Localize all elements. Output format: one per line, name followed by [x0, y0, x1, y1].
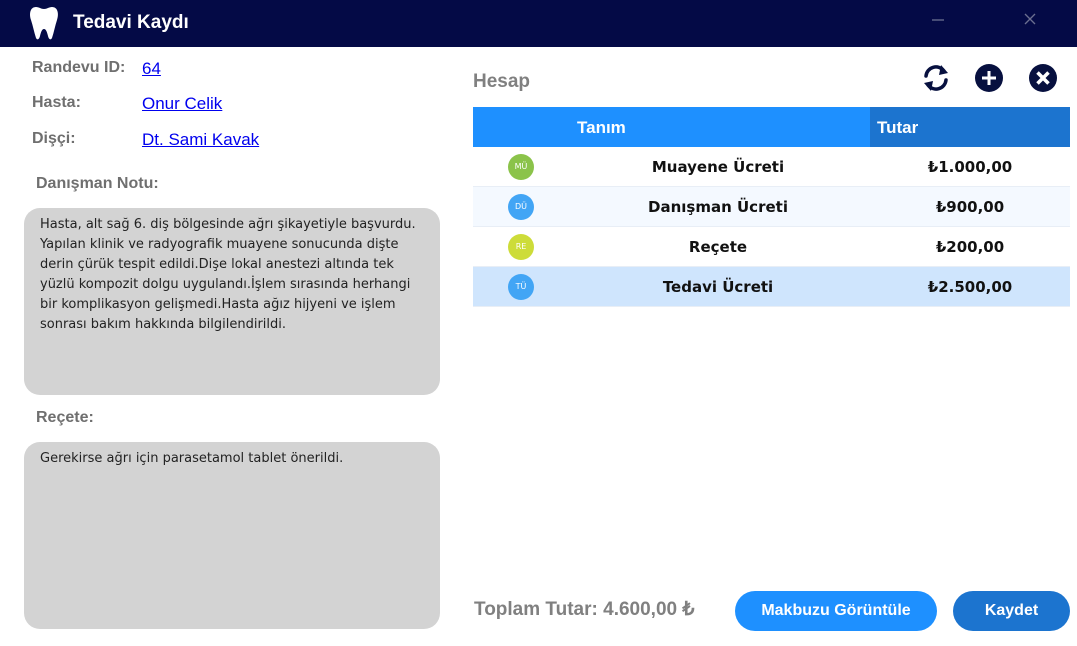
appointment-id-label: Randevu ID:: [32, 59, 126, 76]
item-badge: MÜ: [508, 154, 534, 180]
item-name: Muayene Ücreti: [651, 158, 785, 176]
table-row[interactable]: DÜ Danışman Ücreti ₺900,00: [473, 187, 1070, 227]
column-header-amount[interactable]: Tutar: [870, 107, 1070, 147]
consultant-note-textarea[interactable]: Hasta, alt sağ 6. diş bölgesinde ağrı şi…: [24, 208, 440, 395]
item-name: Danışman Ücreti: [648, 198, 788, 216]
dentist-link[interactable]: Dt. Sami Kavak: [142, 130, 259, 150]
item-badge: RE: [508, 234, 534, 260]
item-amount: ₺200,00: [935, 238, 1005, 256]
table-header: Tanım Tutar: [473, 107, 1070, 147]
item-badge: TÜ: [508, 274, 534, 300]
item-amount: ₺2.500,00: [927, 278, 1013, 296]
close-window-icon[interactable]: [1018, 10, 1042, 30]
patient-label: Hasta:: [32, 94, 81, 111]
consultant-note-label: Danışman Notu:: [36, 175, 159, 192]
prescription-textarea[interactable]: Gerekirse ağrı için parasetamol tablet ö…: [24, 442, 440, 629]
save-button[interactable]: Kaydet: [953, 591, 1070, 631]
item-badge: DÜ: [508, 194, 534, 220]
refresh-icon[interactable]: [919, 61, 953, 95]
dentist-label: Dişçi:: [32, 130, 76, 147]
table-row[interactable]: RE Reçete ₺200,00: [473, 227, 1070, 267]
view-receipt-button[interactable]: Makbuzu Görüntüle: [735, 591, 937, 631]
appointment-id-link[interactable]: 64: [142, 59, 161, 79]
prescription-label: Reçete:: [36, 409, 94, 426]
delete-icon[interactable]: [1026, 61, 1060, 95]
column-header-description[interactable]: Tanım: [473, 107, 870, 147]
item-name: Tedavi Ücreti: [662, 278, 774, 296]
item-amount: ₺1.000,00: [927, 158, 1013, 176]
table-row-selected[interactable]: TÜ Tedavi Ücreti ₺2.500,00: [473, 267, 1070, 307]
table-row[interactable]: MÜ Muayene Ücreti ₺1.000,00: [473, 147, 1070, 187]
patient-link[interactable]: Onur Celik: [142, 94, 222, 114]
title-bar: Tedavi Kaydı: [0, 0, 1077, 47]
account-title: Hesap: [473, 71, 531, 92]
total-amount: Toplam Tutar: 4.600,00 ₺: [474, 599, 695, 620]
add-icon[interactable]: [972, 61, 1006, 95]
tooth-icon: [30, 7, 58, 40]
minimize-icon[interactable]: [926, 10, 950, 30]
window-title: Tedavi Kaydı: [73, 12, 189, 33]
account-table: Tanım Tutar MÜ Muayene Ücreti ₺1.000,00 …: [473, 107, 1070, 307]
item-name: Reçete: [688, 238, 748, 256]
item-amount: ₺900,00: [935, 198, 1005, 216]
